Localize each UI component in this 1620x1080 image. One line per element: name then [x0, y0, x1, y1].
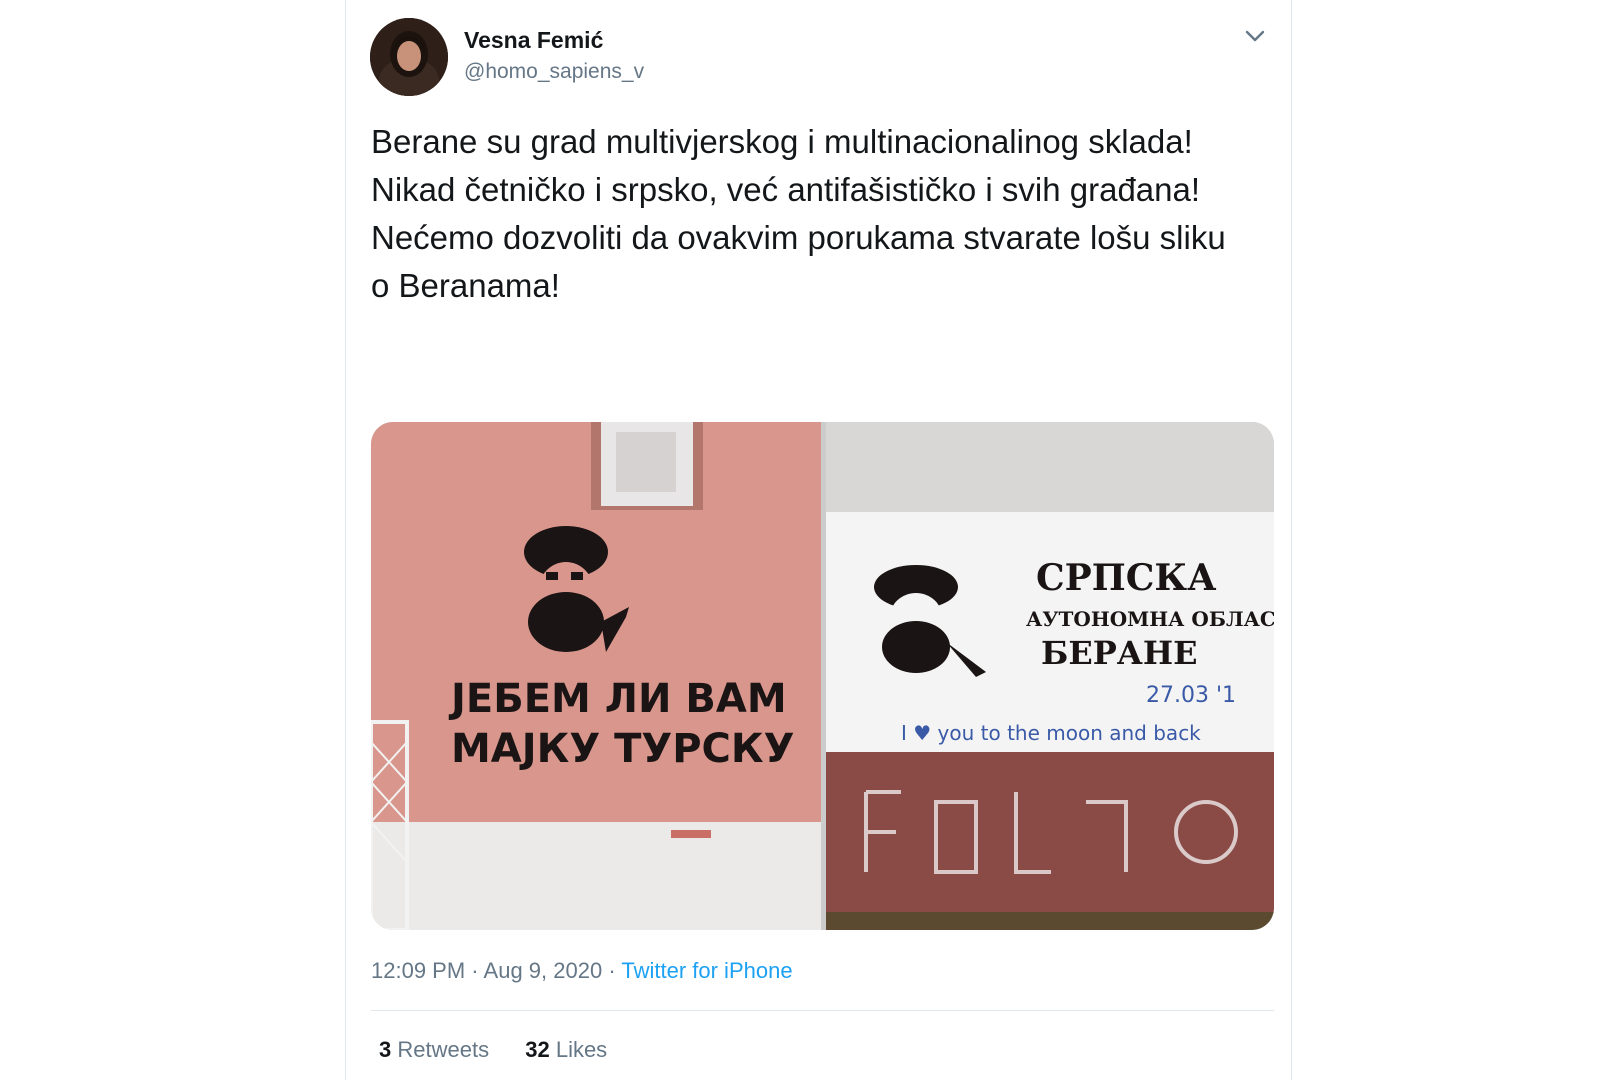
graffiti-wall-image: СРПСКА АУТОНОМНА ОБЛАСТ БЕРАНЕ 27.03 '1 …	[826, 422, 1274, 930]
likes-count: 32	[525, 1037, 550, 1062]
tweet-text-line: Nećemo dozvoliti da ovakvim porukama stv…	[371, 219, 1226, 304]
meta-separator: ·	[608, 958, 616, 983]
chevron-down-icon[interactable]	[1241, 22, 1269, 50]
likes-label: Likes	[555, 1037, 608, 1062]
tweet-date[interactable]: Aug 9, 2020	[484, 958, 603, 983]
graffiti-line-2: АУТОНОМНА ОБЛАСТ	[1026, 607, 1274, 631]
graffiti-line-3: БЕРАНЕ	[1041, 634, 1197, 672]
tweet-source-link[interactable]: Twitter for iPhone	[621, 958, 792, 983]
tweet-text-line: Nikad četničko i srpsko, već antifašisti…	[371, 171, 1201, 208]
tweet-text-line: Berane su grad multivjerskog i multinaci…	[371, 123, 1193, 160]
tweet-stats: 3 Retweets 32 Likes	[379, 1037, 637, 1063]
likes-stat[interactable]: 32 Likes	[525, 1037, 607, 1062]
author-name[interactable]: Vesna Femić	[464, 27, 603, 54]
graffiti-wall-image: ЈЕБЕМ ЛИ ВАМ МАЈКУ ТУРСКУ	[371, 422, 821, 930]
graffiti-line-1: СРПСКА	[1036, 557, 1216, 599]
retweets-label: Retweets	[397, 1037, 490, 1062]
tweet-card: Vesna Femić @homo_sapiens_v Berane su gr…	[345, 0, 1292, 1080]
divider	[371, 1010, 1274, 1011]
graffiti-date: 27.03 '1	[1146, 683, 1236, 708]
tweet-time[interactable]: 12:09 PM	[371, 958, 465, 983]
photo-graffiti-left[interactable]: ЈЕБЕМ ЛИ ВАМ МАЈКУ ТУРСКУ	[371, 422, 821, 930]
avatar-photo	[370, 18, 448, 96]
tweet-meta: 12:09 PM · Aug 9, 2020 · Twitter for iPh…	[371, 958, 793, 984]
graffiti-line-1: ЈЕБЕМ ЛИ ВАМ	[448, 676, 787, 722]
retweets-count: 3	[379, 1037, 392, 1062]
retweets-stat[interactable]: 3 Retweets	[379, 1037, 495, 1062]
photo-graffiti-right[interactable]: СРПСКА АУТОНОМНА ОБЛАСТ БЕРАНЕ 27.03 '1 …	[826, 422, 1274, 930]
avatar[interactable]	[370, 18, 448, 96]
tweet-media: ЈЕБЕМ ЛИ ВАМ МАЈКУ ТУРСКУ СРПСКА АУТОНОМ…	[371, 422, 1274, 930]
graffiti-handwriting: I ♥ you to the moon and back	[901, 721, 1201, 745]
author-handle[interactable]: @homo_sapiens_v	[464, 60, 644, 84]
graffiti-line-2: МАЈКУ ТУРСКУ	[451, 726, 794, 772]
tweet-text: Berane su grad multivjerskog i multinaci…	[371, 118, 1251, 310]
meta-separator: ·	[471, 958, 479, 983]
